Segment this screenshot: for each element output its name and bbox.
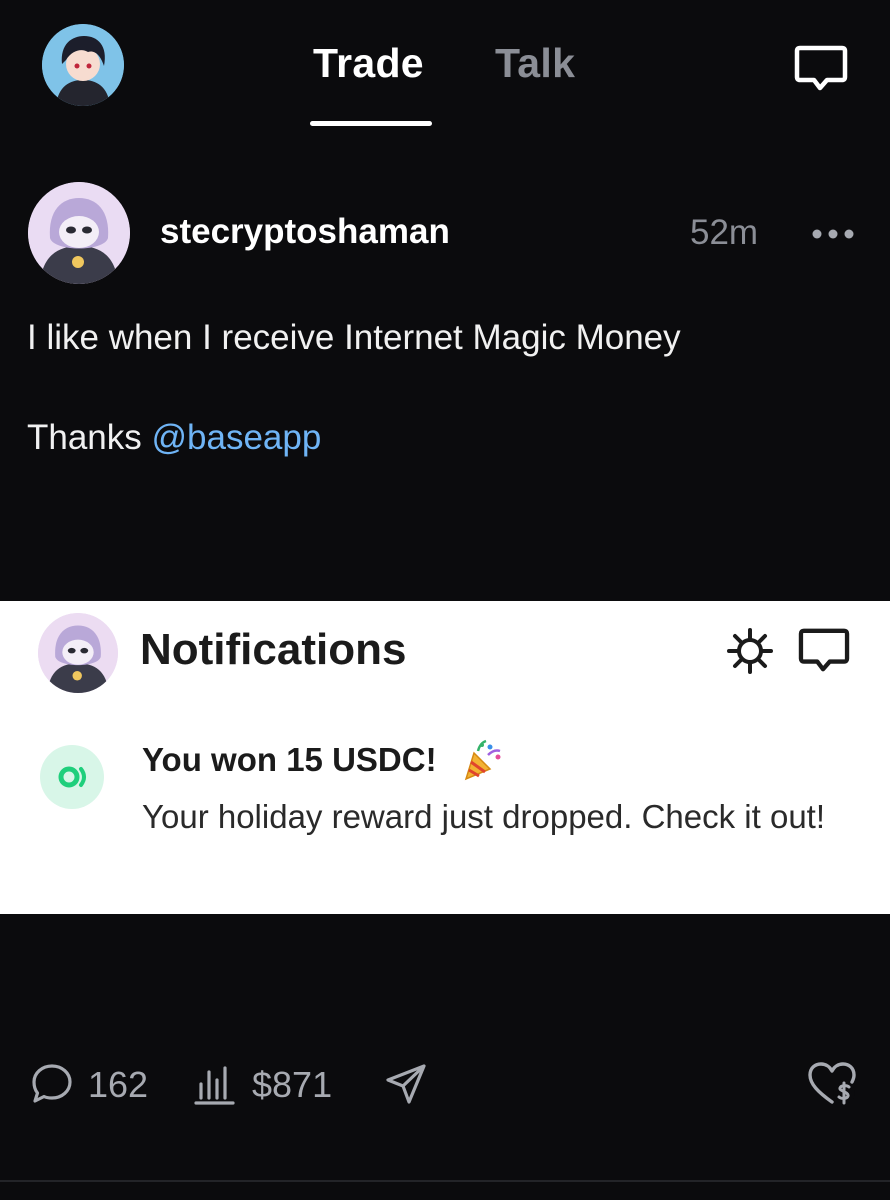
notification-item-body: Your holiday reward just dropped. Check … <box>142 798 826 835</box>
post-text-prefix: Thanks <box>27 418 152 457</box>
stats-icon[interactable] <box>193 1062 237 1106</box>
alien-avatar-illustration <box>28 182 130 284</box>
user-avatar[interactable] <box>42 24 124 106</box>
tip-heart-icon[interactable] <box>806 1060 858 1108</box>
notification-avatar <box>38 613 118 693</box>
post-author-avatar[interactable] <box>28 182 130 284</box>
divider <box>0 1180 890 1182</box>
coin-icon <box>40 745 104 809</box>
mention-link[interactable]: @baseapp <box>152 418 322 457</box>
reply-icon[interactable] <box>30 1062 74 1106</box>
notifications-title: Notifications <box>140 625 407 674</box>
chat-bubble-icon <box>798 627 850 675</box>
post-text-line: I like when I receive Internet Magic Mon… <box>27 318 681 357</box>
notification-card-image: Notifications You won 15 USDC! Your holi… <box>0 601 890 914</box>
reply-count: 162 <box>88 1064 149 1105</box>
active-tab-indicator <box>310 121 432 126</box>
more-horizontal-icon[interactable] <box>808 224 858 244</box>
gear-icon <box>726 627 774 675</box>
price-value: $871 <box>252 1064 333 1105</box>
chat-bubble-icon[interactable] <box>794 44 848 94</box>
notification-item-title: You won 15 USDC! <box>142 741 437 778</box>
tab-trade[interactable]: Trade <box>313 40 424 87</box>
post-username[interactable]: stecryptoshaman <box>160 212 450 252</box>
share-icon[interactable] <box>384 1062 428 1106</box>
post-timestamp: 52m <box>690 213 759 252</box>
post-text-line: Thanks @baseapp <box>27 418 321 458</box>
party-popper-icon <box>460 739 504 783</box>
tab-talk[interactable]: Talk <box>495 40 575 87</box>
avatar-illustration <box>42 24 124 106</box>
